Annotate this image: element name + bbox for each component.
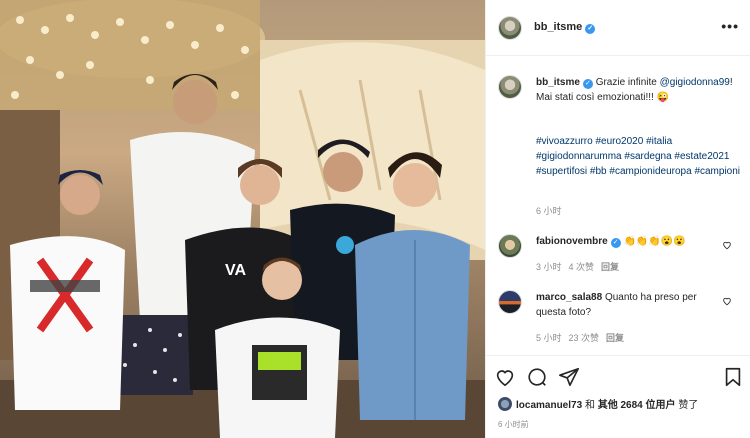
author-username[interactable]: bb_itsme [534, 21, 582, 33]
caption-text-before: Grazie infinite [595, 77, 657, 88]
comment-username[interactable]: marco_sala88 [536, 292, 602, 303]
author-avatar[interactable] [498, 16, 522, 40]
photo-illustration: VA [0, 0, 485, 438]
heart-icon[interactable] [494, 366, 516, 388]
verified-icon: ✓ [585, 24, 596, 34]
caption-avatar[interactable] [498, 75, 522, 99]
liked-by: locamanuel73 和 其他 2684 位用户 赞了 [498, 396, 698, 411]
author-username-row[interactable]: bb_itsme ✓ [534, 21, 596, 34]
comment-reply-button[interactable]: 回复 [606, 333, 624, 343]
caption-text: bb_itsme ✓ Grazie infinite @gigiodonna99!… [536, 75, 741, 105]
share-icon[interactable] [558, 366, 580, 388]
liked-by-and: 和 [584, 400, 595, 411]
comment-username[interactable]: fabionovembre [536, 236, 608, 247]
liker-username[interactable]: locamanuel73 [516, 400, 582, 411]
divider [486, 355, 750, 356]
comment-reply-button[interactable]: 回复 [601, 262, 619, 272]
caption-time: 6 小时 [536, 206, 562, 216]
post-timestamp[interactable]: 6 小时前 [498, 419, 529, 430]
comment-body: 👏👏👏😮😮 [623, 236, 686, 247]
caption-hashtags[interactable]: #vivoazzurro #euro2020 #italia #gigiodon… [536, 134, 741, 179]
caption-mention[interactable]: @gigiodonna99 [660, 77, 730, 88]
comment-like-heart-icon[interactable] [722, 240, 732, 250]
caption-username[interactable]: bb_itsme [536, 77, 580, 88]
post-header: bb_itsme ✓ ••• [486, 0, 750, 56]
svg-text:VA: VA [225, 262, 246, 279]
more-icon[interactable]: ••• [721, 18, 739, 34]
liked-by-suffix: 赞了 [678, 400, 699, 411]
liked-by-others[interactable]: 其他 2684 位用户 [598, 400, 676, 411]
comment-item: marco_sala88 Quanto ha preso per questa … [536, 290, 716, 320]
post-sidebar: bb_itsme ✓ ••• bb_itsme ✓ Grazie infinite … [485, 0, 750, 438]
verified-icon: ✓ [610, 238, 621, 248]
comment-icon[interactable] [526, 366, 548, 388]
liker-avatar[interactable] [498, 397, 512, 411]
comment-meta: 5 小时 23 次赞 回复 [536, 331, 631, 344]
post-photo[interactable]: VA [0, 0, 485, 438]
comment-avatar[interactable] [498, 234, 522, 258]
comment-avatar[interactable] [498, 290, 522, 314]
comment-meta: 3 小时 4 次赞 回复 [536, 260, 626, 273]
comment-time: 3 小时 [536, 262, 562, 272]
action-bar [486, 362, 750, 392]
verified-icon: ✓ [582, 79, 593, 89]
bookmark-icon[interactable] [722, 366, 744, 388]
comment-item: fabionovembre ✓ 👏👏👏😮😮 [536, 234, 716, 249]
comment-like-heart-icon[interactable] [722, 296, 732, 306]
comment-time: 5 小时 [536, 333, 562, 343]
comment-likes[interactable]: 4 次赞 [569, 262, 595, 272]
comment-likes[interactable]: 23 次赞 [569, 333, 600, 343]
